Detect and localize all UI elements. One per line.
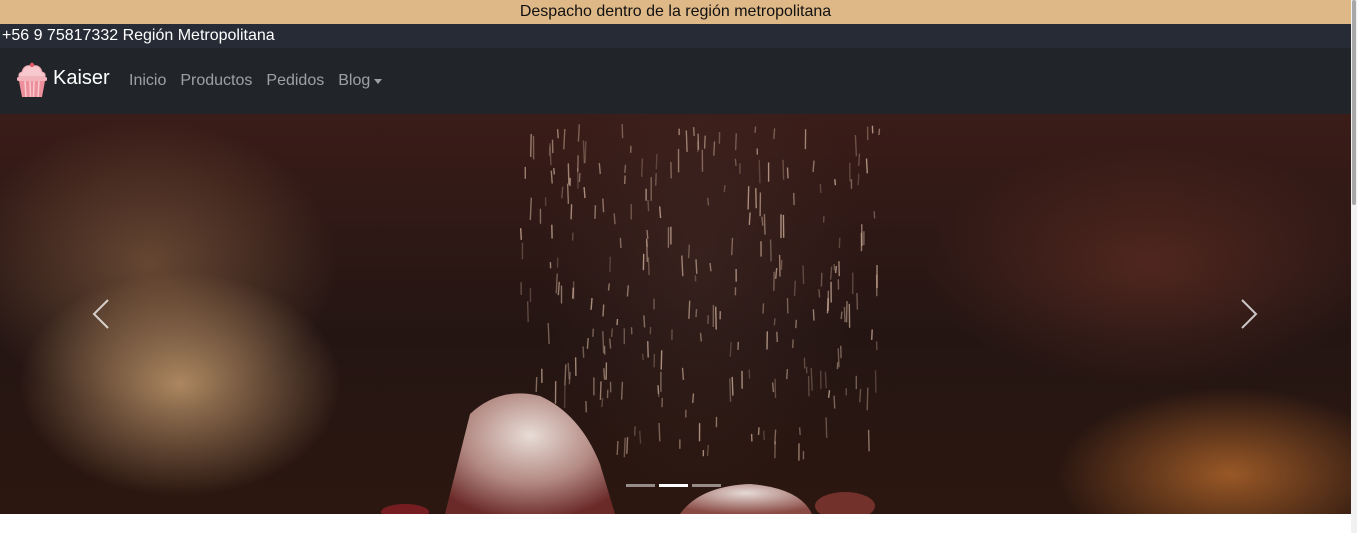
contact-text: +56 9 75817332 Región Metropolitana	[2, 27, 275, 44]
scrollbar-thumb[interactable]	[1352, 0, 1356, 205]
carousel-slide-image	[381, 123, 881, 514]
nav-dropdown-blog[interactable]: Blog	[331, 70, 389, 92]
nav-link-inicio[interactable]: Inicio	[122, 70, 173, 92]
carousel-indicator[interactable]	[659, 484, 688, 487]
cupcake-icon	[14, 62, 50, 100]
nav-link-productos[interactable]: Productos	[173, 70, 259, 92]
carousel-indicator[interactable]	[692, 484, 721, 487]
announcement-text: Despacho dentro de la región metropolita…	[519, 3, 832, 20]
chevron-right-icon	[1241, 299, 1258, 329]
nav-link-blog-label: Blog	[338, 72, 371, 89]
carousel-indicators	[626, 484, 725, 487]
main-navbar: Kaiser Inicio Productos Pedidos Blog	[0, 48, 1351, 114]
carousel-next-button[interactable]	[1229, 294, 1269, 334]
nav-links: Inicio Productos Pedidos Blog	[122, 70, 389, 92]
chevron-left-icon	[92, 299, 109, 329]
announcement-bar: Despacho dentro de la región metropolita…	[0, 0, 1351, 24]
carousel-indicator[interactable]	[626, 484, 655, 487]
page-scrollbar[interactable]	[1351, 0, 1357, 533]
brand-link[interactable]: Kaiser	[14, 62, 110, 100]
hero-carousel	[0, 114, 1351, 514]
brand-name: Kaiser	[53, 66, 110, 89]
nav-link-pedidos[interactable]: Pedidos	[259, 70, 331, 92]
caret-down-icon	[374, 78, 383, 84]
carousel-prev-button[interactable]	[81, 294, 121, 334]
contact-bar: +56 9 75817332 Región Metropolitana	[0, 24, 1351, 48]
